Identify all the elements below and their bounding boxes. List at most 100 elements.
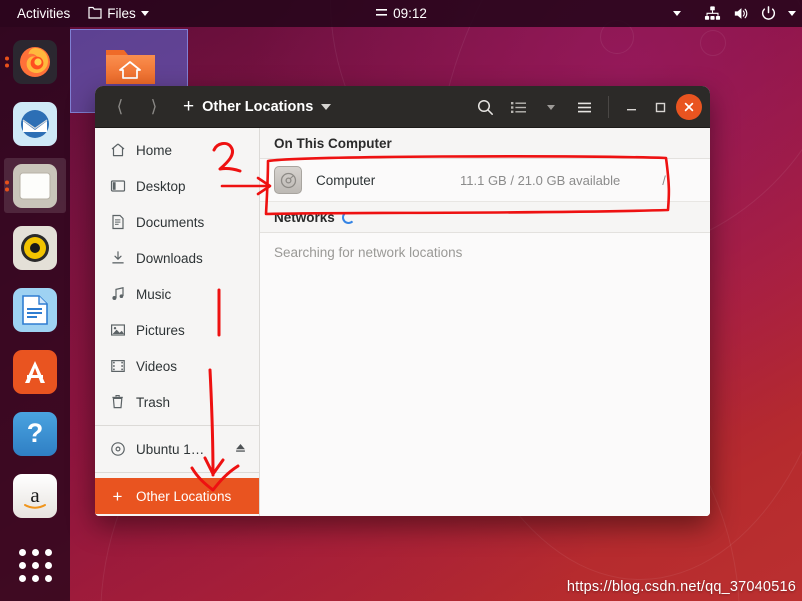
chevron-down-icon[interactable] xyxy=(788,11,796,16)
running-indicator xyxy=(5,56,9,67)
files-window: ⟨ ⟩ + Other Locations Home Desktop Docum… xyxy=(95,86,710,516)
forward-button[interactable]: ⟩ xyxy=(139,92,169,122)
list-view-button[interactable] xyxy=(503,92,533,122)
dock-item-thunderbird[interactable] xyxy=(4,96,66,151)
location-capacity: 11.1 GB / 21.0 GB available xyxy=(460,172,621,188)
volume-icon[interactable] xyxy=(732,5,749,22)
sidebar-item-label: Pictures xyxy=(136,322,185,338)
videos-icon xyxy=(109,358,126,375)
back-button[interactable]: ⟨ xyxy=(105,92,135,122)
sidebar: Home Desktop Documents Downloads Music P… xyxy=(95,128,260,516)
home-icon xyxy=(109,142,126,159)
location-row-computer[interactable]: Computer 11.1 GB / 21.0 GB available / xyxy=(260,159,710,202)
sidebar-separator xyxy=(95,472,259,473)
disc-icon xyxy=(109,441,126,458)
section-header-networks: Networks xyxy=(260,202,710,233)
system-tray xyxy=(673,0,796,27)
sidebar-separator xyxy=(95,425,259,426)
sidebar-item-label: Ubuntu 1… xyxy=(136,441,205,457)
dock-item-ubuntu-software[interactable] xyxy=(4,344,66,399)
toolbar-separator xyxy=(608,96,609,118)
sidebar-item-label: Music xyxy=(136,286,172,302)
clock-button[interactable]: 09:12 xyxy=(366,0,436,27)
search-button[interactable] xyxy=(470,92,500,122)
sidebar-item-label: Other Locations xyxy=(136,488,232,504)
ubuntu-software-icon xyxy=(13,349,57,394)
sidebar-item-pictures[interactable]: Pictures xyxy=(95,312,259,348)
sidebar-item-label: Downloads xyxy=(136,250,203,266)
plus-icon: + xyxy=(112,486,123,506)
watermark-text: https://blog.csdn.net/qq_37040516 xyxy=(566,579,796,595)
pictures-icon xyxy=(109,322,126,339)
sidebar-item-label: Trash xyxy=(136,394,171,410)
window-title-area[interactable]: + Other Locations xyxy=(183,97,332,116)
view-options-dropdown[interactable] xyxy=(536,92,566,122)
dock-item-amazon[interactable]: a xyxy=(4,468,66,523)
chevron-down-icon xyxy=(140,11,149,16)
app-grid-icon xyxy=(18,549,52,582)
window-titlebar: ⟨ ⟩ + Other Locations xyxy=(95,86,710,128)
ubuntu-dock: ? a xyxy=(0,27,70,601)
activities-button[interactable]: Activities xyxy=(8,0,79,27)
sidebar-item-other-locations[interactable]: + Other Locations xyxy=(95,478,259,514)
dock-item-help[interactable]: ? xyxy=(4,406,66,461)
documents-icon xyxy=(109,214,126,231)
titlebar-actions xyxy=(470,86,702,128)
sidebar-item-documents[interactable]: Documents xyxy=(95,204,259,240)
chevron-down-icon xyxy=(547,104,555,110)
sidebar-item-videos[interactable]: Videos xyxy=(95,348,259,384)
sidebar-item-label: Desktop xyxy=(136,178,186,194)
app-menu-button[interactable]: Files xyxy=(79,0,158,27)
dock-item-rhythmbox[interactable] xyxy=(4,220,66,275)
networks-list: Searching for network locations xyxy=(260,233,710,516)
loading-spinner-icon xyxy=(341,211,355,224)
section-header-on-this-computer: On This Computer xyxy=(260,128,710,159)
firefox-icon xyxy=(13,39,57,84)
sidebar-item-music[interactable]: Music xyxy=(95,276,259,312)
drive-icon xyxy=(274,166,302,194)
thunderbird-icon xyxy=(13,101,57,146)
running-indicator xyxy=(5,180,9,191)
chevron-down-icon[interactable] xyxy=(673,11,681,16)
new-tab-icon[interactable]: + xyxy=(183,97,194,116)
desktop-screen: Activities Files 09:12 ? a ⟨ ⟩ + Other L… xyxy=(0,0,802,601)
dock-item-files[interactable] xyxy=(4,158,66,213)
libreoffice-writer-icon xyxy=(13,287,57,332)
chevron-down-icon[interactable] xyxy=(321,103,332,110)
show-applications-button[interactable] xyxy=(4,536,66,591)
calendar-icon xyxy=(375,6,388,22)
network-icon[interactable] xyxy=(704,5,721,22)
home-folder-icon xyxy=(104,44,157,88)
svg-text:a: a xyxy=(30,483,40,507)
dock-item-firefox[interactable] xyxy=(4,34,66,89)
searching-status: Searching for network locations xyxy=(274,245,463,260)
main-menu-button[interactable] xyxy=(569,92,599,122)
rhythmbox-icon xyxy=(13,225,57,270)
amazon-icon: a xyxy=(13,473,57,518)
files-app-icon xyxy=(88,5,102,23)
activities-label: Activities xyxy=(17,6,71,21)
section-title: Networks xyxy=(274,210,335,225)
sidebar-item-home[interactable]: Home xyxy=(95,132,259,168)
chevron-right-icon: ⟩ xyxy=(150,97,158,116)
files-icon xyxy=(13,163,57,208)
page-title: Other Locations xyxy=(202,98,314,115)
help-icon: ? xyxy=(13,411,57,456)
desktop-icon xyxy=(109,178,126,195)
sidebar-item-label: Documents xyxy=(136,214,205,230)
locations-content: On This Computer Computer 11.1 GB / 21.0… xyxy=(260,128,710,516)
dock-item-libreoffice-writer[interactable] xyxy=(4,282,66,337)
eject-icon[interactable] xyxy=(234,441,247,457)
window-body: Home Desktop Documents Downloads Music P… xyxy=(95,128,710,516)
sidebar-item-downloads[interactable]: Downloads xyxy=(95,240,259,276)
close-button[interactable] xyxy=(676,94,702,120)
location-mount-point: / xyxy=(662,172,666,188)
minimize-button[interactable] xyxy=(618,94,644,120)
maximize-button[interactable] xyxy=(647,94,673,120)
power-icon[interactable] xyxy=(760,5,777,22)
sidebar-item-label: Videos xyxy=(136,358,178,374)
sidebar-item-desktop[interactable]: Desktop xyxy=(95,168,259,204)
sidebar-item-ubuntu-disc[interactable]: Ubuntu 1… xyxy=(95,431,259,467)
sidebar-item-label: Home xyxy=(136,142,173,158)
sidebar-item-trash[interactable]: Trash xyxy=(95,384,259,420)
